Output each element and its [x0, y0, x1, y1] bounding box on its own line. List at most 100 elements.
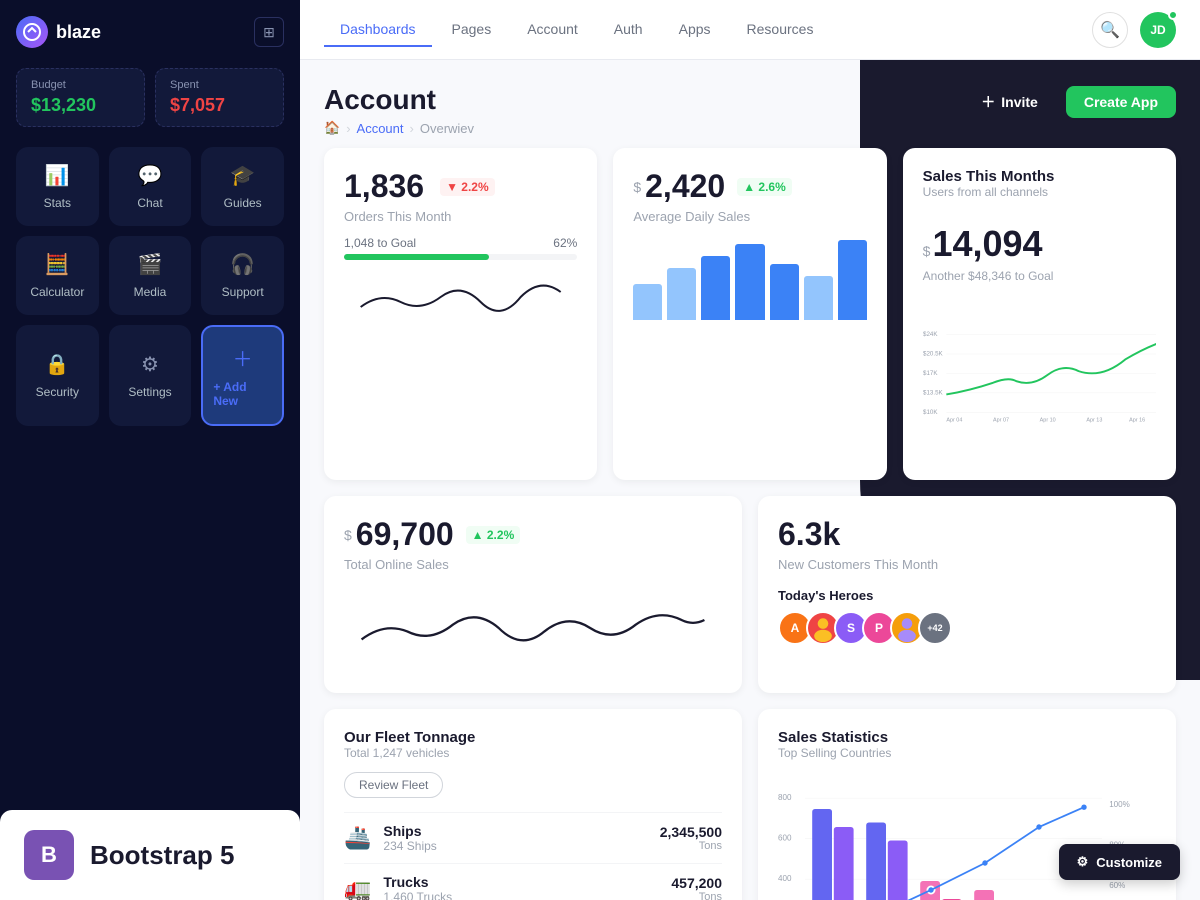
daily-sales-prefix: $ — [633, 179, 641, 195]
progress-label: 1,048 to Goal — [344, 236, 416, 250]
budget-row: Budget $13,230 Spent $7,057 — [16, 68, 284, 127]
fleet-tons-trucks: 457,200 — [671, 875, 722, 891]
customize-button[interactable]: ⚙ Customize — [1059, 844, 1180, 880]
sidebar-item-label: Media — [134, 285, 167, 299]
svg-text:800: 800 — [778, 793, 792, 802]
svg-text:Apr 04: Apr 04 — [946, 418, 962, 424]
svg-text:60%: 60% — [1109, 881, 1125, 890]
top-nav-links: Dashboards Pages Account Auth Apps Resou… — [324, 13, 829, 47]
bar-6 — [804, 276, 833, 320]
sidebar-item-label: Calculator — [30, 285, 84, 299]
daily-sales-badge: ▲ 2.6% — [737, 178, 792, 196]
heroes-section: Today's Heroes A S P +42 — [778, 588, 1156, 645]
svg-text:Apr 13: Apr 13 — [1086, 418, 1102, 424]
sidebar-item-add-new[interactable]: ＋ + Add New — [201, 325, 284, 426]
page-actions: ＋ Invite Create App — [963, 84, 1176, 120]
svg-text:$10K: $10K — [923, 409, 938, 416]
spent-label: Spent — [170, 79, 269, 91]
sidebar-item-settings[interactable]: ⚙ Settings — [109, 325, 192, 426]
nav-grid: 📊 Stats 💬 Chat 🎓 Guides 🧮 Calculator 🎬 M… — [16, 147, 284, 426]
orders-card: 1,836 ▼ 2.2% Orders This Month 1,048 to … — [324, 148, 597, 480]
online-sales-card: $ 69,700 ▲ 2.2% Total Online Sales — [324, 496, 742, 693]
orders-label: Orders This Month — [344, 209, 577, 224]
budget-value: $13,230 — [31, 95, 130, 116]
ships-icon: 🚢 — [344, 825, 371, 851]
sidebar-item-guides[interactable]: 🎓 Guides — [201, 147, 284, 226]
online-sales-badge: ▲ 2.2% — [466, 526, 521, 544]
fleet-unit-ships: Tons — [660, 840, 722, 852]
sidebar-item-media[interactable]: 🎬 Media — [109, 236, 192, 315]
bottom-row: Our Fleet Tonnage Total 1,247 vehicles R… — [324, 709, 1176, 900]
sidebar-header: blaze ⊞ — [16, 16, 284, 48]
fleet-value-trucks: 457,200 Tons — [671, 875, 722, 900]
bar-3 — [701, 256, 730, 320]
sidebar-item-label: Stats — [44, 196, 71, 210]
sidebar-item-calculator[interactable]: 🧮 Calculator — [16, 236, 99, 315]
sales-month-sub: Users from all channels — [923, 185, 1156, 199]
create-app-button[interactable]: Create App — [1066, 86, 1176, 118]
support-icon: 🎧 — [230, 252, 255, 277]
fleet-tons-ships: 2,345,500 — [660, 824, 722, 840]
review-fleet-button[interactable]: Review Fleet — [344, 772, 443, 798]
orders-value: 1,836 — [344, 168, 424, 205]
online-sales-value: 69,700 — [356, 516, 454, 553]
fleet-value-ships: 2,345,500 Tons — [660, 824, 722, 852]
sales-stats-chart: 800 600 400 200 — [778, 772, 1156, 900]
customize-label: Customize — [1096, 855, 1162, 870]
sidebar-item-label: Support — [222, 285, 264, 299]
hero-avatar-more: +42 — [918, 611, 952, 645]
bar-5 — [770, 264, 799, 320]
trucks-icon: 🚛 — [344, 876, 371, 900]
fleet-row-trucks: 🚛 Trucks 1,460 Trucks 457,200 Tons — [344, 863, 722, 900]
sidebar-settings-button[interactable]: ⊞ — [254, 17, 284, 47]
bar-2 — [667, 268, 696, 320]
sidebar-item-support[interactable]: 🎧 Support — [201, 236, 284, 315]
breadcrumb-account[interactable]: Account — [357, 121, 404, 136]
guides-icon: 🎓 — [230, 163, 255, 188]
online-sales-label: Total Online Sales — [344, 557, 722, 572]
svg-text:$24K: $24K — [923, 331, 938, 338]
fleet-sub: Total 1,247 vehicles — [344, 746, 722, 760]
main-content: Dashboards Pages Account Auth Apps Resou… — [300, 0, 1200, 900]
user-avatar[interactable]: JD — [1140, 12, 1176, 48]
invite-button[interactable]: ＋ Invite — [963, 84, 1056, 120]
logo-area: blaze — [16, 16, 101, 48]
nav-link-account[interactable]: Account — [511, 13, 594, 47]
sidebar-item-stats[interactable]: 📊 Stats — [16, 147, 99, 226]
svg-text:$17K: $17K — [923, 370, 938, 377]
sidebar-item-chat[interactable]: 💬 Chat — [109, 147, 192, 226]
bar-4 — [735, 244, 764, 320]
fleet-name-ships: Ships — [383, 823, 647, 839]
chat-icon: 💬 — [138, 163, 163, 188]
orders-badge: ▼ 2.2% — [440, 178, 495, 196]
nav-link-pages[interactable]: Pages — [436, 13, 508, 47]
nav-link-resources[interactable]: Resources — [731, 13, 830, 47]
media-icon: 🎬 — [138, 252, 163, 277]
svg-text:Apr 07: Apr 07 — [993, 418, 1009, 424]
sidebar-item-label: Chat — [137, 196, 162, 210]
nav-link-apps[interactable]: Apps — [663, 13, 727, 47]
customize-icon: ⚙ — [1077, 854, 1089, 870]
breadcrumb-home[interactable]: 🏠 — [324, 120, 340, 136]
sidebar: blaze ⊞ Budget $13,230 Spent $7,057 📊 St… — [0, 0, 300, 900]
nav-link-dashboards[interactable]: Dashboards — [324, 13, 432, 47]
sales-goal: Another $48,346 to Goal — [923, 269, 1156, 283]
sidebar-item-label: Guides — [224, 196, 262, 210]
fleet-name-trucks: Trucks — [383, 874, 659, 890]
progress-fill — [344, 254, 489, 260]
svg-text:600: 600 — [778, 834, 792, 843]
spent-value: $7,057 — [170, 95, 269, 116]
top-nav-right: 🔍 JD — [1092, 12, 1176, 48]
fleet-unit-trucks: Tons — [671, 891, 722, 900]
svg-text:$13.5K: $13.5K — [923, 389, 944, 396]
nav-link-auth[interactable]: Auth — [598, 13, 659, 47]
sales-big-number: 14,094 — [932, 223, 1042, 265]
daily-sales-bar-chart — [633, 240, 866, 320]
invite-icon: ＋ — [981, 92, 995, 112]
svg-text:400: 400 — [778, 874, 792, 883]
fleet-row-ships: 🚢 Ships 234 Ships 2,345,500 Tons — [344, 812, 722, 863]
fleet-info-trucks: Trucks 1,460 Trucks — [383, 874, 659, 900]
search-button[interactable]: 🔍 — [1092, 12, 1128, 48]
sidebar-item-security[interactable]: 🔒 Security — [16, 325, 99, 426]
progress-bar — [344, 254, 577, 260]
